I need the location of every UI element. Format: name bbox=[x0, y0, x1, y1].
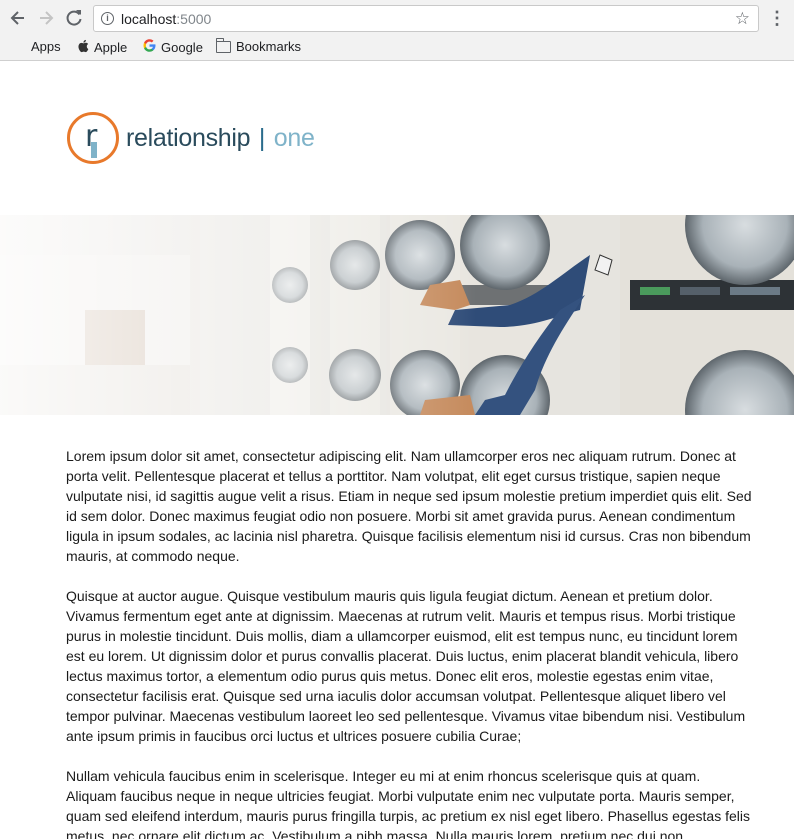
main-content: Lorem ipsum dolor sit amet, consectetur … bbox=[66, 446, 752, 839]
bookmark-label: Bookmarks bbox=[236, 39, 302, 54]
laundromat-photo bbox=[0, 215, 794, 415]
reload-icon[interactable] bbox=[64, 8, 84, 28]
browser-toolbar: i localhost:5000 ☆ ⋮ bbox=[0, 0, 794, 36]
bookmark-google[interactable]: Google bbox=[143, 39, 203, 56]
logo-separator: | bbox=[258, 123, 266, 152]
logo-wordmark: relationship | one bbox=[126, 124, 315, 153]
info-icon[interactable]: i bbox=[101, 12, 114, 25]
google-icon bbox=[143, 39, 156, 56]
forward-arrow-icon[interactable] bbox=[36, 8, 56, 28]
body-paragraph: Quisque at auctor augue. Quisque vestibu… bbox=[66, 588, 746, 744]
browser-chrome: i localhost:5000 ☆ ⋮ Apps Apple Google B… bbox=[0, 0, 794, 61]
url-text[interactable]: localhost:5000 bbox=[121, 11, 211, 27]
logo-name-main: relationship bbox=[126, 123, 251, 152]
hero-image bbox=[0, 215, 794, 415]
apple-icon bbox=[77, 39, 89, 57]
bookmark-apple[interactable]: Apple bbox=[77, 39, 127, 57]
site-logo[interactable]: r relationship | one bbox=[66, 111, 315, 165]
folder-icon bbox=[216, 38, 231, 53]
body-paragraph: Nullam vehicula faucibus enim in sceleri… bbox=[66, 768, 751, 839]
logo-name-suffix: one bbox=[273, 123, 315, 152]
address-bar[interactable]: i localhost:5000 ☆ bbox=[93, 5, 759, 32]
bookmarks-bar: Apps Apple Google Bookmarks bbox=[0, 36, 794, 60]
back-arrow-icon[interactable] bbox=[8, 8, 28, 28]
browser-menu-icon[interactable]: ⋮ bbox=[768, 8, 786, 28]
apps-grid-icon bbox=[13, 41, 26, 54]
bookmark-apps[interactable]: Apps bbox=[13, 39, 61, 55]
bookmark-label: Apple bbox=[94, 40, 128, 55]
body-paragraph: Lorem ipsum dolor sit amet, consectetur … bbox=[66, 448, 752, 564]
bookmark-label: Google bbox=[161, 39, 203, 55]
bookmark-bookmarks-folder[interactable]: Bookmarks bbox=[216, 38, 302, 55]
bookmark-star-icon[interactable]: ☆ bbox=[735, 9, 750, 29]
bookmark-label: Apps bbox=[31, 39, 61, 54]
logo-mark-icon: r bbox=[66, 111, 120, 165]
